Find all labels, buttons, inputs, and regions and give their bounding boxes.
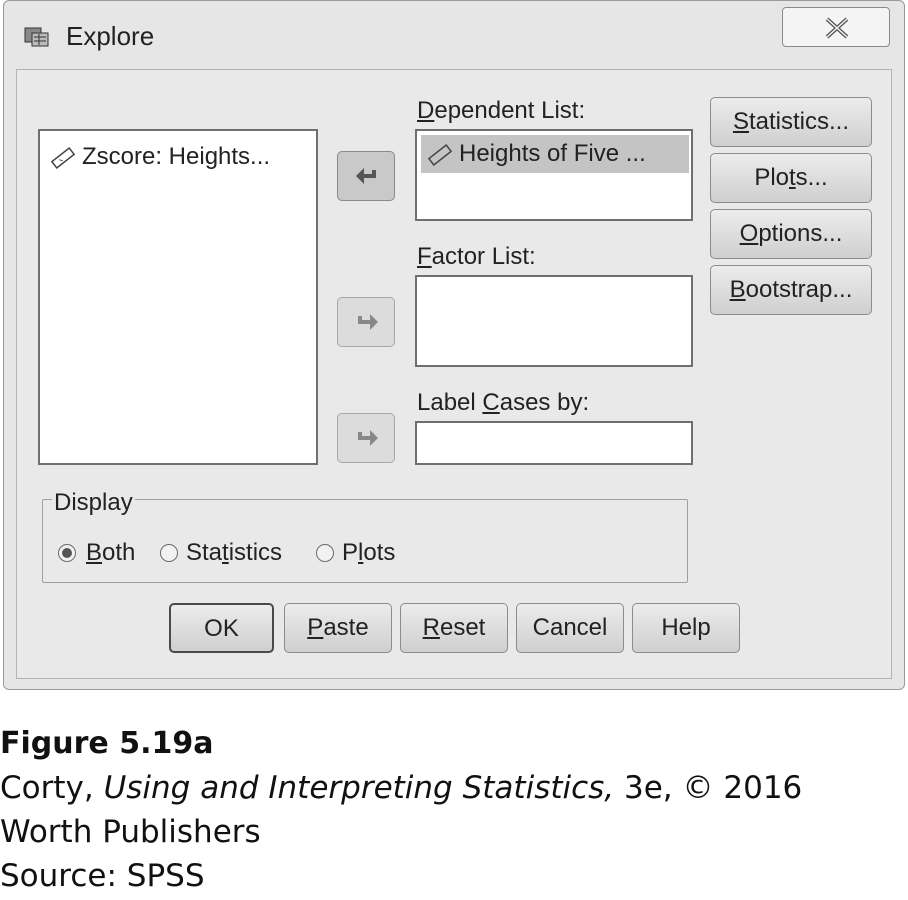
figure-source: Source: SPSS [0,858,205,894]
move-to-dependent-arrow-button[interactable] [337,151,395,201]
radio-both[interactable] [58,544,76,562]
label-cases-field[interactable] [415,421,693,465]
statistics-button[interactable]: Statistics... [710,97,872,147]
variable-item-label: Zscore: Heights... [82,143,271,170]
radio-statistics[interactable] [160,544,178,562]
radio-both-label[interactable]: Both [86,539,135,567]
figure-number: Figure 5.19a [0,726,214,761]
title-bar[interactable]: Explore [4,1,904,69]
options-button[interactable]: Options... [710,209,872,259]
variable-item[interactable]: Zscore: Heights... [50,143,270,171]
source-variable-list[interactable]: Zscore: Heights... [38,129,318,465]
window-title: Explore [66,21,155,51]
move-to-label-cases-arrow-button[interactable] [337,413,395,463]
radio-plots[interactable] [316,544,334,562]
factor-list-label: Factor List: [417,243,536,270]
label-cases-label: Label Cases by: [417,389,590,416]
ok-button[interactable]: OK [169,603,274,653]
cancel-button[interactable]: Cancel [516,603,624,653]
arrow-right-icon [358,430,378,446]
close-icon [825,17,849,39]
spss-app-icon [24,25,50,47]
figure-credit-line: Corty, Using and Interpreting Statistics… [0,770,803,806]
figure-publisher: Worth Publishers [0,814,261,850]
bootstrap-button[interactable]: Bootstrap... [710,265,872,315]
radio-statistics-label[interactable]: Statistics [186,539,282,567]
reset-button[interactable]: Reset [400,603,508,653]
dependent-item[interactable]: Heights of Five ... [421,135,689,173]
arrow-right-icon [358,314,378,330]
radio-plots-label[interactable]: Plots [342,539,395,567]
move-to-factor-arrow-button[interactable] [337,297,395,347]
ruler-scale-icon [427,143,453,166]
explore-dialog: Explore Zscore: Heights... Dependent Lis… [3,0,905,690]
display-legend: Display [52,489,135,517]
close-button[interactable] [782,7,890,47]
dependent-item-label: Heights of Five ... [459,140,646,167]
dependent-list[interactable]: Heights of Five ... [415,129,693,221]
help-button[interactable]: Help [632,603,740,653]
arrow-left-icon [356,168,376,184]
ruler-scale-icon [50,146,76,169]
factor-list[interactable] [415,275,693,367]
dependent-list-label: Dependent List: [417,97,586,124]
plots-button[interactable]: Plots... [710,153,872,203]
paste-button[interactable]: Paste [284,603,392,653]
